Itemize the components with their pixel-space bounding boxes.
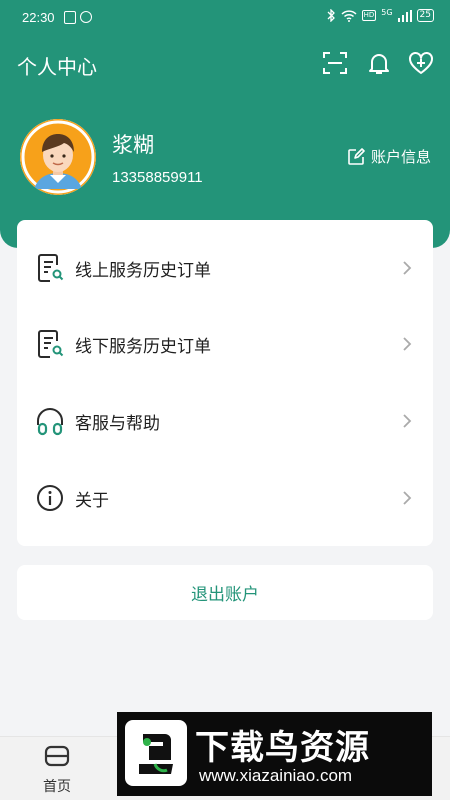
bluetooth-icon xyxy=(327,9,335,22)
watermark-banner: 下载鸟资源 www.xiazainiao.com xyxy=(117,712,432,796)
menu-item-online-orders[interactable]: 线上服务历史订单 xyxy=(17,237,433,299)
signal-icon xyxy=(397,9,412,22)
document-search-icon xyxy=(38,254,64,282)
menu-item-label: 线上服务历史订单 xyxy=(75,260,211,281)
chevron-right-icon xyxy=(403,337,412,351)
watermark-logo xyxy=(125,720,187,786)
avatar-image xyxy=(20,119,96,195)
menu-item-label: 线下服务历史订单 xyxy=(75,336,211,357)
chevron-right-icon xyxy=(403,261,412,275)
chevron-right-icon xyxy=(403,491,412,505)
status-time: 22:30 xyxy=(22,10,55,25)
account-info-label: 账户信息 xyxy=(370,148,431,166)
status-icons: HD 5G 25 xyxy=(326,8,434,22)
home-icon xyxy=(44,745,70,767)
wifi-icon xyxy=(341,9,357,22)
network-type: 5G xyxy=(381,8,393,17)
info-icon xyxy=(37,485,63,511)
edit-icon xyxy=(348,147,365,165)
heart-add-icon[interactable] xyxy=(408,50,434,76)
menu-item-support[interactable]: 客服与帮助 xyxy=(17,390,433,452)
menu-item-offline-orders[interactable]: 线下服务历史订单 xyxy=(17,313,433,375)
chevron-right-icon xyxy=(403,414,412,428)
menu-item-label: 关于 xyxy=(75,490,109,511)
tab-home[interactable]: 首页 xyxy=(20,744,94,796)
menu-item-label: 客服与帮助 xyxy=(75,413,160,434)
user-name: 浆糊 xyxy=(112,133,154,157)
notification-icons xyxy=(64,11,92,24)
headset-icon xyxy=(37,408,63,436)
battery-indicator: 25 xyxy=(416,9,434,22)
user-phone: 13358859911 xyxy=(112,169,203,186)
avatar[interactable] xyxy=(20,119,96,195)
tab-home-label: 首页 xyxy=(43,779,71,795)
logout-button[interactable]: 退出账户 xyxy=(17,565,433,620)
document-search-icon xyxy=(38,330,64,358)
scan-icon[interactable] xyxy=(322,50,348,76)
menu-card: 线上服务历史订单 线下服务历史订单 客服与帮助 关于 xyxy=(17,220,433,546)
menu-item-about[interactable]: 关于 xyxy=(17,467,433,529)
watermark-title: 下载鸟资源 xyxy=(195,728,370,768)
status-bar: 22:30 HD 5G 25 xyxy=(0,0,450,36)
watermark-url: www.xiazainiao.com xyxy=(199,766,353,785)
hd-badge: HD xyxy=(361,10,377,21)
account-info-link[interactable]: 账户信息 xyxy=(347,146,431,167)
bell-icon[interactable] xyxy=(366,50,392,76)
page-title: 个人中心 xyxy=(17,55,97,79)
